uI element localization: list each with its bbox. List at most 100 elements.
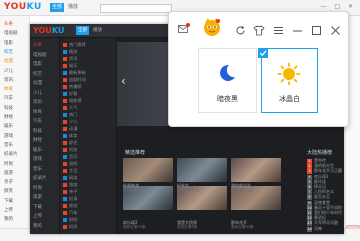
category-label: 搞笑 <box>69 175 78 180</box>
category-list-item[interactable]: 游戏 <box>63 161 77 167</box>
category-list-item[interactable]: 综艺 <box>63 140 77 146</box>
inner-sidebar-item[interactable]: 旅游 <box>33 194 42 200</box>
inner-sidebar-item[interactable]: 体育 <box>33 109 42 115</box>
outer-sidebar-item[interactable]: 科技 <box>4 105 13 111</box>
category-list-item[interactable]: 娱乐 <box>63 63 77 69</box>
category-list-item[interactable]: 时尚 <box>63 224 77 230</box>
category-icon <box>63 105 67 110</box>
outer-sidebar-item[interactable]: 综艺 <box>4 49 13 55</box>
category-list-item[interactable]: 搞笑 <box>63 175 77 181</box>
inner-sidebar-item[interactable]: 我的 <box>33 223 42 229</box>
outer-sidebar-item[interactable]: 娱乐 <box>4 123 13 129</box>
inner-sidebar-item[interactable]: 电视剧 <box>33 52 47 58</box>
video-thumbnail[interactable] <box>177 158 227 182</box>
category-list-item[interactable]: 热门 <box>63 112 77 118</box>
category-list-item[interactable]: 纪录 <box>63 196 77 202</box>
tab-play[interactable]: 播放 <box>68 3 78 12</box>
close-icon[interactable] <box>330 25 341 36</box>
outer-sidebar-item[interactable]: 汽车 <box>4 95 13 101</box>
category-list-item[interactable]: 汽车 <box>63 210 77 216</box>
category-list-item[interactable]: 热播榜 <box>63 84 82 90</box>
category-list-item[interactable]: 亲子 <box>63 189 77 195</box>
refresh-icon[interactable] <box>235 25 246 36</box>
inner-sidebar-item[interactable]: 动漫 <box>33 80 42 86</box>
inner-sidebar-item[interactable]: 汽车 <box>33 118 42 124</box>
inner-sidebar-item[interactable]: 娱乐 <box>33 147 42 153</box>
category-icon <box>63 133 67 138</box>
category-list-item[interactable]: 动漫 <box>63 126 77 132</box>
category-list-item[interactable]: 音乐 <box>63 154 77 160</box>
category-label: 亲子 <box>69 189 78 194</box>
youku-logo[interactable]: YOUKU <box>4 2 42 12</box>
inner-sidebar-item[interactable]: 时尚 <box>33 185 42 191</box>
category-list-item[interactable]: 最新更新 <box>63 70 86 76</box>
category-list-item[interactable]: 追剧时间 <box>63 77 86 83</box>
inner-sidebar-item[interactable]: 财经 <box>33 137 42 143</box>
outer-sidebar-item[interactable]: 头条 <box>4 21 13 27</box>
outer-sidebar-item[interactable]: 电影 <box>4 40 13 46</box>
inner-sidebar-item[interactable]: 游戏 <box>33 156 42 162</box>
outer-sidebar-item[interactable]: 亲子 <box>4 179 13 185</box>
category-list-item[interactable]: 科技 <box>63 147 77 153</box>
tab-all[interactable]: 全部 <box>76 26 89 35</box>
tab-play[interactable]: 播放 <box>93 26 102 35</box>
inner-sidebar-item[interactable]: 科技 <box>33 128 42 134</box>
inner-sidebar-item[interactable]: 头条 <box>33 42 42 48</box>
category-label: 资讯 <box>69 56 78 61</box>
inner-sidebar-item[interactable]: 上传 <box>33 213 42 219</box>
menu-icon[interactable] <box>273 25 284 36</box>
category-icon <box>63 217 67 222</box>
video-thumbnail[interactable] <box>123 158 173 182</box>
outer-sidebar-item[interactable]: 下载 <box>4 198 13 204</box>
theme-option-dark[interactable]: 暗夜黑 <box>198 48 257 113</box>
avatar[interactable] <box>202 17 222 37</box>
outer-sidebar-item[interactable]: 电视剧 <box>4 30 18 36</box>
inner-sidebar-item[interactable]: 综艺 <box>33 71 42 77</box>
chevron-left-icon[interactable]: ‹ <box>121 74 126 88</box>
inner-sidebar-item[interactable]: 少儿 <box>33 90 42 96</box>
theme-option-light[interactable]: 冰晶白 <box>261 48 318 113</box>
inner-sidebar-item[interactable]: 电影 <box>33 61 42 67</box>
video-thumbnail[interactable] <box>231 158 281 182</box>
category-list-item[interactable]: 旅游 <box>63 182 77 188</box>
hotlist-title-text: 河神 <box>314 225 322 231</box>
inner-sidebar-item[interactable]: 下载 <box>33 204 42 210</box>
category-label: 时尚 <box>69 224 78 229</box>
category-list-item[interactable]: 原创 <box>63 203 77 209</box>
category-list-item[interactable]: 精选 <box>63 49 77 55</box>
outer-sidebar-item[interactable]: 少儿 <box>4 68 13 74</box>
category-list-item[interactable]: 好看 <box>63 91 77 97</box>
tab-all[interactable]: 全部 <box>50 3 64 12</box>
outer-sidebar-item[interactable]: 我的 <box>4 216 13 222</box>
category-list-item[interactable]: 少儿 <box>63 119 77 125</box>
outer-sidebar-item[interactable]: 资讯 <box>4 77 13 83</box>
outer-sidebar-item[interactable]: 纪录片 <box>4 151 18 157</box>
outer-sidebar-item[interactable]: 音乐 <box>4 142 13 148</box>
outer-sidebar-item[interactable]: 财经 <box>4 114 13 120</box>
check-icon <box>258 48 268 58</box>
outer-sidebar-item[interactable]: 旅游 <box>4 170 13 176</box>
category-list-item[interactable]: 热门推荐 <box>63 42 86 48</box>
inner-sidebar-item[interactable]: 资讯 <box>33 99 42 105</box>
search-input[interactable] <box>100 4 172 13</box>
outer-sidebar-item[interactable]: 体育 <box>4 86 13 92</box>
inner-sidebar-item[interactable]: 纪录片 <box>33 175 47 181</box>
category-list-item[interactable]: 体育 <box>63 133 77 139</box>
outer-sidebar-item[interactable]: 游戏 <box>4 133 13 139</box>
outer-sidebar-item[interactable]: 动漫 <box>4 58 13 64</box>
outer-sidebar-item[interactable]: 时尚 <box>4 161 13 167</box>
outer-sidebar-item[interactable]: 搞笑 <box>4 188 13 194</box>
category-list-item[interactable]: 财经 <box>63 217 77 223</box>
hotlist-row[interactable]: 14 河神 <box>307 226 322 232</box>
outer-sidebar-item[interactable]: 上传 <box>4 207 13 213</box>
category-list-item[interactable]: 资讯 <box>63 56 77 62</box>
maximize-icon[interactable] <box>311 25 322 36</box>
category-list-item[interactable]: 生活 <box>63 168 77 174</box>
youku-logo[interactable]: YOUKU <box>33 26 64 35</box>
window-controls[interactable]: — □ ✕ <box>320 3 356 10</box>
minimize-icon[interactable] <box>292 25 303 36</box>
category-list-item[interactable]: 人气 <box>63 105 77 111</box>
inner-sidebar-item[interactable]: 音乐 <box>33 166 42 172</box>
category-list-item[interactable]: 电影榜 <box>63 98 82 104</box>
shirt-icon[interactable] <box>253 25 265 36</box>
